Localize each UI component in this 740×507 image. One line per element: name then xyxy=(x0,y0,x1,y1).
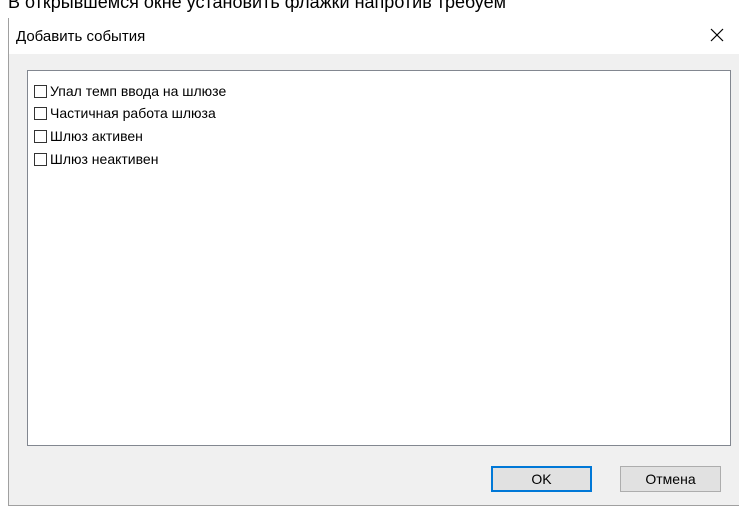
event-item[interactable]: Шлюз неактивен xyxy=(34,148,158,170)
event-checkbox[interactable] xyxy=(34,129,47,143)
add-events-dialog: Добавить события Упал темп ввода на шлюз… xyxy=(8,18,739,506)
close-button[interactable] xyxy=(695,18,739,52)
event-item[interactable]: Шлюз активен xyxy=(34,125,143,147)
dialog-title: Добавить события xyxy=(16,28,146,45)
event-checkbox[interactable] xyxy=(34,84,47,98)
event-checkbox[interactable] xyxy=(34,106,47,120)
event-label: Частичная работа шлюза xyxy=(50,105,216,121)
close-icon xyxy=(710,28,724,42)
event-label: Шлюз неактивен xyxy=(50,151,159,167)
event-label: Шлюз активен xyxy=(50,128,143,144)
dialog-titlebar: Добавить события xyxy=(9,18,739,54)
cancel-button[interactable]: Отмена xyxy=(620,466,721,492)
event-checkbox[interactable] xyxy=(34,152,47,166)
ok-button[interactable]: OK xyxy=(491,466,592,492)
event-item[interactable]: Упал темп ввода на шлюзе xyxy=(34,80,226,102)
background-document-text: В открывшемся окне установить флажки нап… xyxy=(8,0,506,12)
event-item[interactable]: Частичная работа шлюза xyxy=(34,102,216,124)
event-label: Упал темп ввода на шлюзе xyxy=(50,83,227,99)
events-list[interactable]: Упал темп ввода на шлюзе Частичная работ… xyxy=(27,70,731,446)
